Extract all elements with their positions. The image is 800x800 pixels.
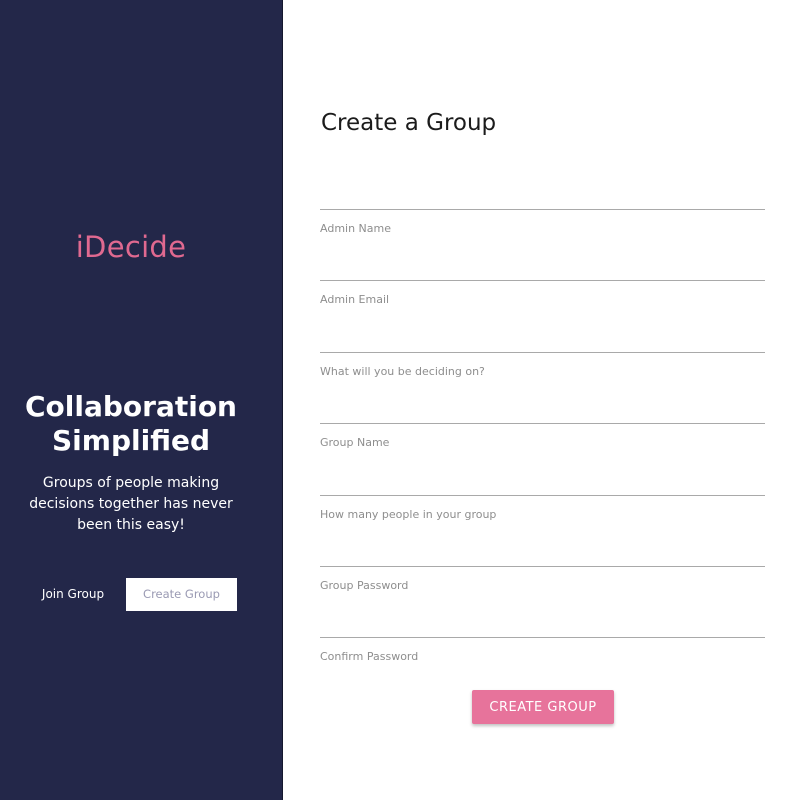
headline: Collaboration Simplified	[0, 390, 262, 458]
group-password-input[interactable]	[320, 517, 765, 567]
admin-email-field: Admin Email	[320, 231, 765, 306]
confirm-password-label: Confirm Password	[320, 650, 419, 663]
decision-topic-field: What will you be deciding on?	[320, 303, 765, 378]
group-password-field: Group Password	[320, 517, 765, 592]
join-group-link[interactable]: Join Group	[30, 578, 116, 610]
create-group-submit-button[interactable]: CREATE GROUP	[472, 690, 614, 724]
admin-email-input[interactable]	[320, 231, 765, 281]
form-title: Create a Group	[321, 110, 497, 136]
tagline: Groups of people making decisions togeth…	[29, 475, 233, 533]
admin-name-field: Admin Name	[320, 160, 765, 235]
group-name-input[interactable]	[320, 374, 765, 424]
group-name-field: Group Name	[320, 374, 765, 449]
group-size-input[interactable]	[320, 446, 765, 496]
sidebar: iDecide Collaboration Simplified Groups …	[0, 0, 283, 800]
decision-topic-input[interactable]	[320, 303, 765, 353]
create-group-toggle-button[interactable]: Create Group	[126, 578, 237, 611]
headline-line-1: Collaboration	[24, 390, 237, 423]
confirm-password-field: Confirm Password	[320, 588, 765, 663]
group-size-field: How many people in your group	[320, 446, 765, 521]
confirm-password-input[interactable]	[320, 588, 765, 638]
admin-name-input[interactable]	[320, 160, 765, 210]
page: iDecide Collaboration Simplified Groups …	[0, 0, 800, 800]
logo: iDecide	[75, 230, 187, 264]
headline-line-2: Simplified	[52, 424, 210, 457]
